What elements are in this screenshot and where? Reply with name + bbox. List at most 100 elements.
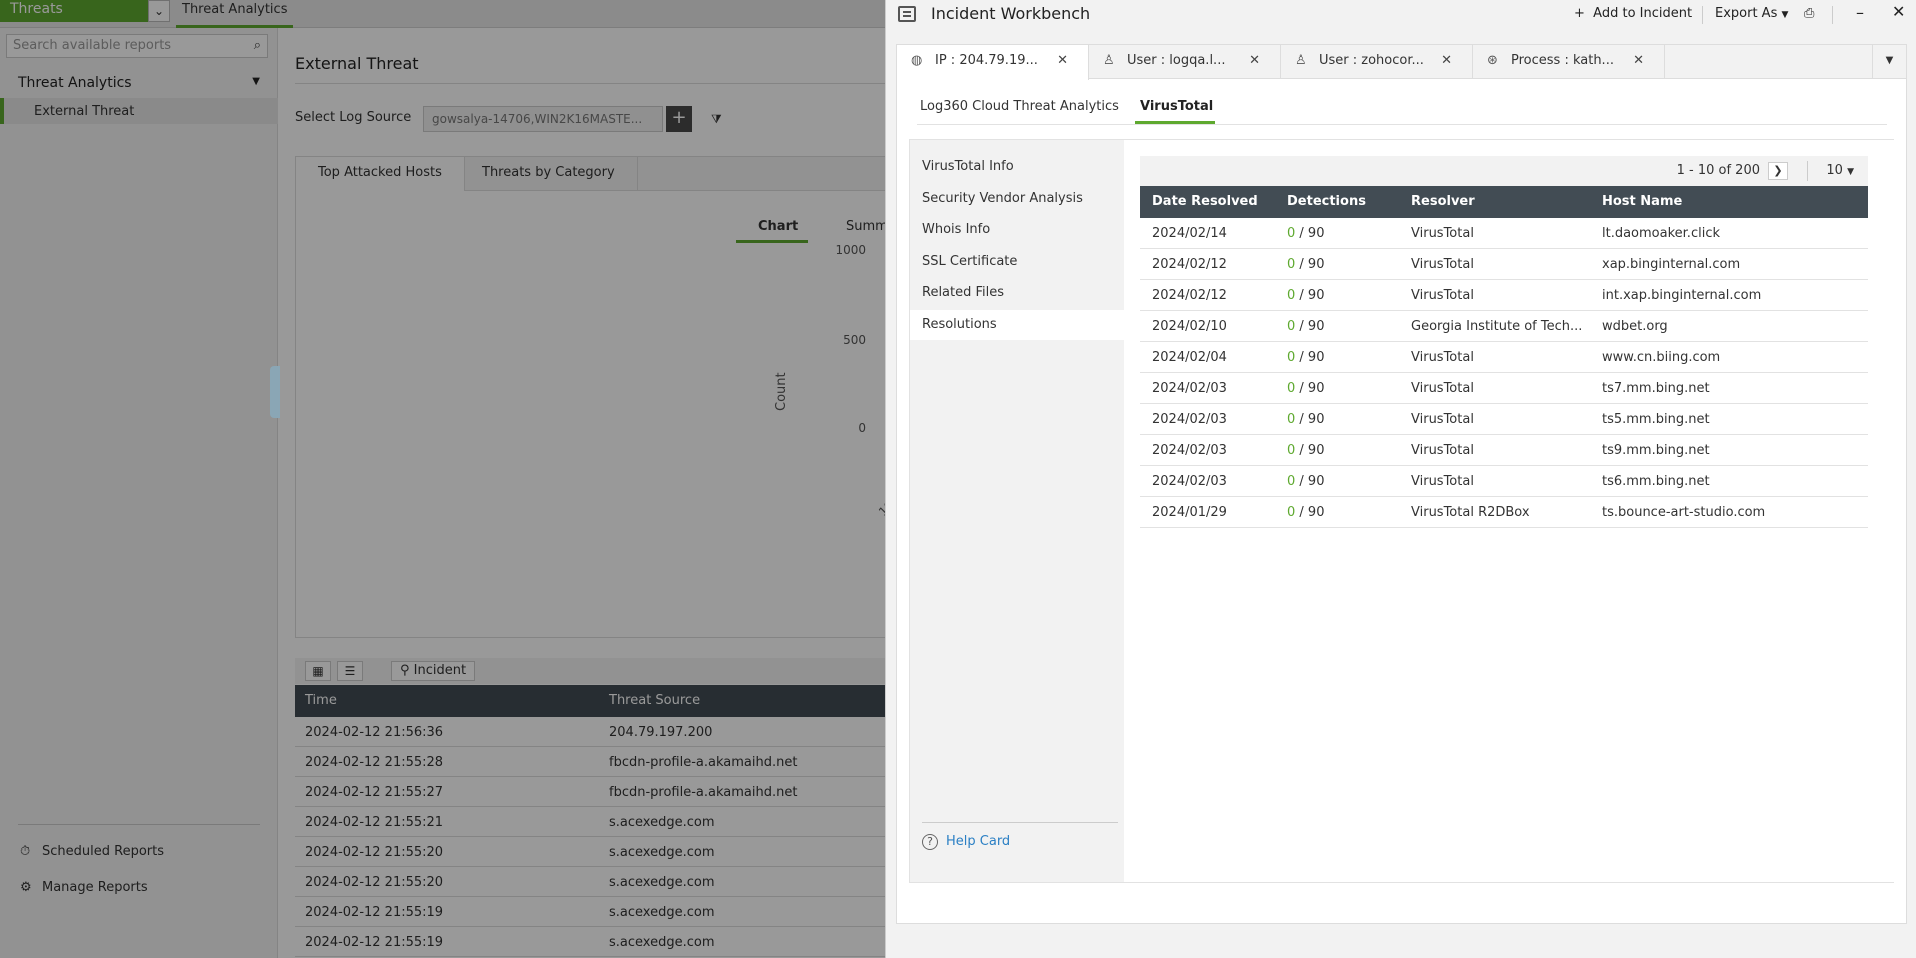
workbench-title: Incident Workbench xyxy=(931,4,1091,23)
cell-host-name: lt.daomoaker.click xyxy=(1602,226,1720,241)
resolutions-table: Date Resolved Detections Resolver Host N… xyxy=(1140,186,1868,528)
detections-total: / 90 xyxy=(1299,226,1325,241)
detections-count: 0 xyxy=(1287,412,1296,427)
minimize-icon[interactable]: – xyxy=(1856,3,1864,22)
tab-entity-user[interactable]: ♙ User : zohocor... ✕ xyxy=(1281,45,1473,79)
help-card-link[interactable]: ? Help Card xyxy=(922,834,1010,850)
user-icon: ♙ xyxy=(1103,53,1115,68)
cell-host-name: int.xap.binginternal.com xyxy=(1602,288,1762,303)
column-header-date-resolved[interactable]: Date Resolved xyxy=(1152,194,1272,209)
close-tab-icon[interactable]: ✕ xyxy=(1441,53,1452,68)
export-as-label: Export As xyxy=(1715,6,1778,21)
detections-total: / 90 xyxy=(1299,443,1325,458)
cell-detections: 0 / 90 xyxy=(1287,226,1407,241)
cell-host-name: ts.bounce-art-studio.com xyxy=(1602,505,1766,520)
table-row[interactable]: 2024/02/12 0 / 90 VirusTotal xap.bingintern… xyxy=(1140,249,1868,280)
tabs-dropdown-icon[interactable]: ▼ xyxy=(1872,45,1906,79)
cell-resolver: VirusTotal xyxy=(1411,226,1474,241)
table-row[interactable]: 2024/02/04 0 / 90 VirusTotal www.cn.biing.c… xyxy=(1140,342,1868,373)
entity-tab-label: User : logqa.l... xyxy=(1127,53,1226,68)
cell-host-name: xap.binginternal.com xyxy=(1602,257,1741,272)
table-row[interactable]: 2024/02/12 0 / 90 VirusTotal int.xap.bingin… xyxy=(1140,280,1868,311)
report-icon[interactable]: ⎙ xyxy=(1804,6,1814,21)
sub-nav-related-files[interactable]: Related Files xyxy=(910,278,1124,308)
page-size-value: 10 xyxy=(1826,163,1843,178)
table-row[interactable]: 2024/01/29 0 / 90 VirusTotal R2DBox ts.boun… xyxy=(1140,497,1868,528)
cell-host-name: www.cn.biing.com xyxy=(1602,350,1721,365)
close-tab-icon[interactable]: ✕ xyxy=(1249,53,1260,68)
tab-entity-ip[interactable]: ◍ IP : 204.79.19... ✕ xyxy=(897,45,1089,80)
cell-host-name: ts5.mm.bing.net xyxy=(1602,412,1710,427)
cell-detections: 0 / 90 xyxy=(1287,288,1407,303)
tab-entity-process[interactable]: ⊛ Process : kath... ✕ xyxy=(1473,45,1665,79)
table-row[interactable]: 2024/02/03 0 / 90 VirusTotal ts6.mm.bing.ne… xyxy=(1140,466,1868,497)
detections-count: 0 xyxy=(1287,257,1296,272)
sub-nav-resolutions[interactable]: Resolutions xyxy=(910,310,1124,340)
cell-detections: 0 / 90 xyxy=(1287,505,1407,520)
cell-resolver: VirusTotal R2DBox xyxy=(1411,505,1530,520)
sub-nav-security-vendor-analysis[interactable]: Security Vendor Analysis xyxy=(910,184,1124,214)
table-header: Date Resolved Detections Resolver Host N… xyxy=(1140,186,1868,218)
tab-entity-user[interactable]: ♙ User : logqa.l... ✕ xyxy=(1089,45,1281,79)
divider xyxy=(1832,6,1833,24)
detections-total: / 90 xyxy=(1299,257,1325,272)
column-header-detections[interactable]: Detections xyxy=(1287,194,1407,209)
pagination-range: 1 - 10 of 200 xyxy=(1676,163,1760,178)
sub-nav-virustotal-info[interactable]: VirusTotal Info xyxy=(910,152,1124,182)
cell-resolver: VirusTotal xyxy=(1411,443,1474,458)
cell-date-resolved: 2024/02/12 xyxy=(1152,288,1227,303)
tab-log360-cloud-threat-analytics[interactable]: Log360 Cloud Threat Analytics xyxy=(920,99,1119,114)
close-tab-icon[interactable]: ✕ xyxy=(1633,53,1644,68)
sub-nav-ssl-certificate[interactable]: SSL Certificate xyxy=(910,247,1124,277)
caret-down-icon: ▼ xyxy=(1781,10,1789,20)
cell-date-resolved: 2024/02/14 xyxy=(1152,226,1227,241)
detections-count: 0 xyxy=(1287,288,1296,303)
table-row[interactable]: 2024/02/10 0 / 90 Georgia Institute of Tec… xyxy=(1140,311,1868,342)
table-row[interactable]: 2024/02/03 0 / 90 VirusTotal ts9.mm.bing.ne… xyxy=(1140,435,1868,466)
cell-resolver: VirusTotal xyxy=(1411,381,1474,396)
page-size-select[interactable]: 10 ▼ xyxy=(1826,163,1854,178)
column-header-host-name[interactable]: Host Name xyxy=(1602,194,1862,209)
column-header-resolver[interactable]: Resolver xyxy=(1411,194,1591,209)
cell-resolver: VirusTotal xyxy=(1411,350,1474,365)
divider xyxy=(1702,6,1703,24)
process-icon: ⊛ xyxy=(1487,53,1498,68)
detections-total: / 90 xyxy=(1299,350,1325,365)
panel-collapse-handle[interactable] xyxy=(270,366,280,418)
divider xyxy=(917,124,1887,125)
cell-date-resolved: 2024/02/12 xyxy=(1152,257,1227,272)
workbench-body: ◍ IP : 204.79.19... ✕ ♙ User : logqa.l... … xyxy=(896,44,1907,924)
add-to-incident-button[interactable]: + Add to Incident xyxy=(1574,6,1692,21)
sub-nav-whois-info[interactable]: Whois Info xyxy=(910,215,1124,245)
cell-date-resolved: 2024/02/10 xyxy=(1152,319,1227,334)
pagination-bar: 1 - 10 of 200 ❯ 10 ▼ xyxy=(1140,156,1868,186)
cell-host-name: ts9.mm.bing.net xyxy=(1602,443,1710,458)
plus-icon: + xyxy=(1574,6,1585,21)
workbench-header: Incident Workbench + Add to Incident Exp… xyxy=(886,0,1916,32)
table-row[interactable]: 2024/02/14 0 / 90 VirusTotal lt.daomoaker.c… xyxy=(1140,218,1868,249)
cell-date-resolved: 2024/02/03 xyxy=(1152,412,1227,427)
incident-workbench-panel: Incident Workbench + Add to Incident Exp… xyxy=(885,0,1916,958)
cell-detections: 0 / 90 xyxy=(1287,350,1407,365)
close-icon[interactable]: ✕ xyxy=(1892,2,1905,21)
table-row[interactable]: 2024/02/03 0 / 90 VirusTotal ts5.mm.bing.ne… xyxy=(1140,404,1868,435)
divider xyxy=(1807,161,1808,181)
detections-count: 0 xyxy=(1287,350,1296,365)
cell-resolver: VirusTotal xyxy=(1411,257,1474,272)
detections-count: 0 xyxy=(1287,505,1296,520)
virustotal-content: VirusTotal Info Security Vendor Analysis… xyxy=(909,139,1894,883)
detections-total: / 90 xyxy=(1299,381,1325,396)
next-page-icon[interactable]: ❯ xyxy=(1768,162,1788,180)
user-icon: ♙ xyxy=(1295,53,1307,68)
resolutions-panel: 1 - 10 of 200 ❯ 10 ▼ Date Resolved Detec… xyxy=(1124,140,1894,882)
cell-detections: 0 / 90 xyxy=(1287,474,1407,489)
cell-resolver: VirusTotal xyxy=(1411,474,1474,489)
cell-resolver: VirusTotal xyxy=(1411,288,1474,303)
export-as-dropdown[interactable]: Export As ▼ xyxy=(1715,6,1788,21)
divider xyxy=(922,822,1118,823)
close-tab-icon[interactable]: ✕ xyxy=(1057,53,1068,68)
tab-virustotal[interactable]: VirusTotal xyxy=(1140,99,1213,114)
table-row[interactable]: 2024/02/03 0 / 90 VirusTotal ts7.mm.bing.ne… xyxy=(1140,373,1868,404)
entity-tab-label: Process : kath... xyxy=(1511,53,1614,68)
add-to-incident-label: Add to Incident xyxy=(1593,6,1693,21)
